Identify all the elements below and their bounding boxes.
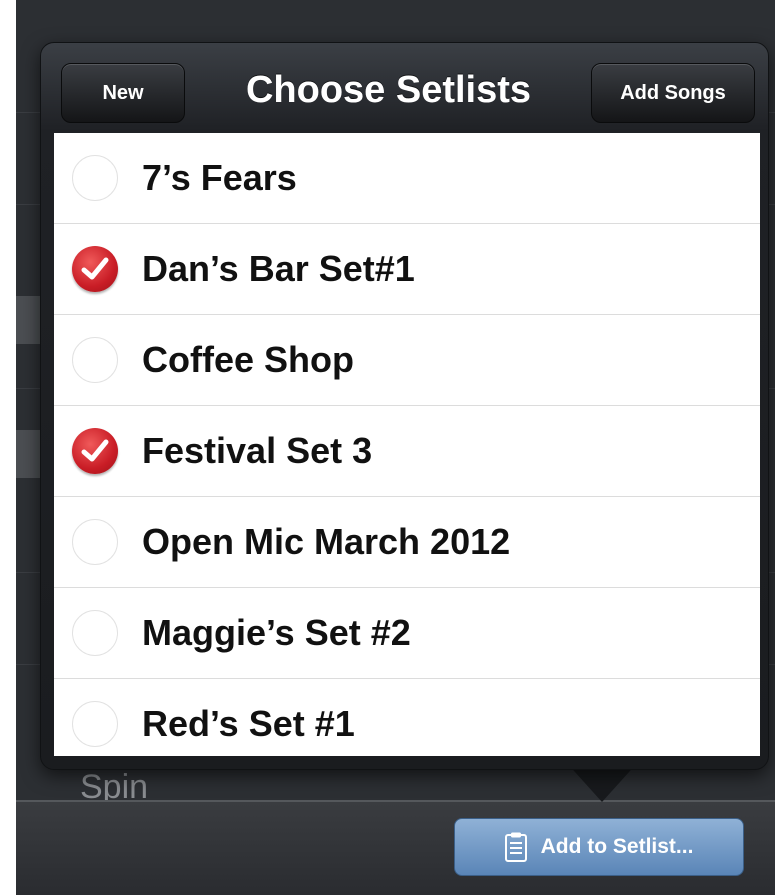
setlist-row-dans-bar-set-1[interactable]: Dan’s Bar Set#1 [54,224,760,315]
choose-setlists-popover: New Choose Setlists Add Songs 7’s Fears … [40,42,769,770]
setlist-row-festival-set-3[interactable]: Festival Set 3 [54,406,760,497]
popover-header: New Choose Setlists Add Songs [41,43,770,133]
setlist-label: 7’s Fears [142,157,297,198]
new-setlist-button[interactable]: New [61,63,185,123]
checkmark-icon[interactable] [72,246,118,292]
setlist-label: Maggie’s Set #2 [142,612,411,653]
setlist-label: Red’s Set #1 [142,703,355,744]
setlist-row-maggies-set-2[interactable]: Maggie’s Set #2 [54,588,760,679]
setlist-row-7s-fears[interactable]: 7’s Fears [54,133,760,224]
radio-empty-icon[interactable] [72,337,118,383]
setlist-label: Festival Set 3 [142,430,373,471]
add-to-setlist-label: Add to Setlist... [540,835,694,858]
setlist-label: Open Mic March 2012 [142,521,511,562]
radio-empty-icon[interactable] [72,610,118,656]
checkmark-icon[interactable] [72,428,118,474]
radio-empty-icon[interactable] [72,155,118,201]
clipboard-icon [504,832,527,862]
radio-empty-icon[interactable] [72,519,118,565]
add-to-setlist-button[interactable]: Add to Setlist... [454,818,744,876]
add-songs-button[interactable]: Add Songs [591,63,755,123]
radio-empty-icon[interactable] [72,701,118,747]
setlist-row-coffee-shop[interactable]: Coffee Shop [54,315,760,406]
setlist-label: Coffee Shop [142,339,354,380]
setlist-label: Dan’s Bar Set#1 [142,248,415,289]
setlist-row-open-mic-march-2012[interactable]: Open Mic March 2012 [54,497,760,588]
setlist-row-reds-set-1[interactable]: Red’s Set #1 [54,679,760,756]
popover-title: Choose Setlists [245,69,532,111]
setlist-list: 7’s Fears Dan’s Bar Set#1 Coffee Shop Fe… [54,133,760,756]
